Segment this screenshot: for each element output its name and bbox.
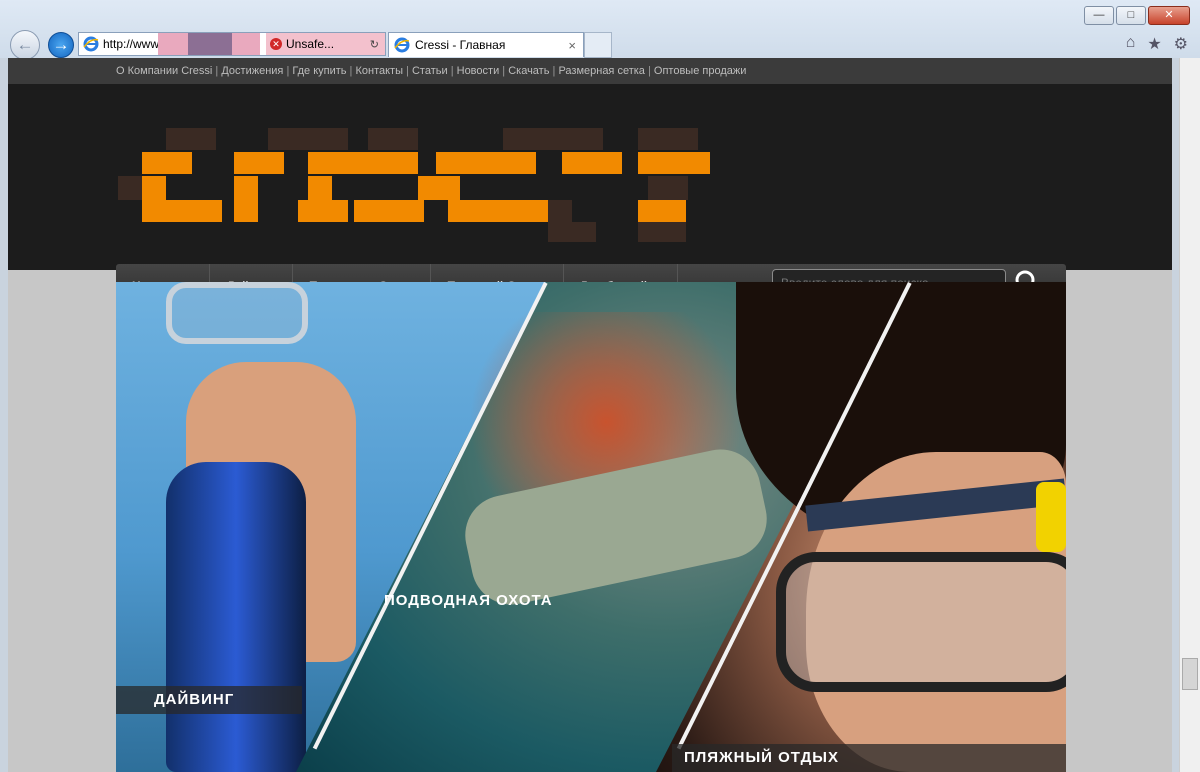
logo-block [142,176,166,200]
logo-block [234,152,284,174]
scroll-thumb[interactable] [1182,658,1198,690]
logo-block [503,128,603,150]
browser-chrome: — □ ✕ ← → http://www. ✕ Unsafe... ↻ Cres… [0,0,1200,60]
logo-block [648,176,688,200]
tab-cressi[interactable]: Cressi - Главная × [388,32,584,57]
warning-icon: ✕ [270,38,282,50]
home-icon[interactable]: ⌂ [1126,34,1136,54]
new-tab-button[interactable] [584,32,612,58]
top-links-bar: О Компании Cressi | Достижения | Где куп… [8,58,1172,84]
mask-image [776,552,1066,692]
refresh-icon[interactable]: ↻ [370,38,381,51]
logo-block [548,222,596,242]
logo-block [234,200,258,222]
window-controls: — □ ✕ [1084,6,1190,25]
top-link-achievements[interactable]: Достижения [221,65,283,77]
redacted-block [232,33,260,55]
logo-block [436,176,460,200]
top-link-size-chart[interactable]: Размерная сетка [558,65,644,77]
top-link-wholesale[interactable]: Оптовые продажи [654,65,746,77]
top-link-about[interactable]: О Компании Cressi [116,65,212,77]
logo-block [268,128,348,150]
browser-toolbar: ⌂ ★ ⚙ [1126,34,1188,54]
arrow-right-icon: → [52,35,70,54]
page-scrollbar[interactable] [1179,58,1200,772]
minimize-button[interactable]: — [1084,6,1114,25]
site-logo[interactable] [118,128,710,242]
forward-button[interactable]: → [48,32,74,58]
arrow-left-icon: ← [16,35,34,54]
logo-block [308,152,418,174]
logo-block [638,200,686,222]
logo-block [142,152,192,174]
logo-block [562,152,622,174]
fins-image [166,462,306,772]
unsafe-label: Unsafe... [286,37,335,51]
logo-block [368,128,418,150]
ie-icon [83,36,99,52]
logo-block [166,128,216,150]
redacted-block [188,33,232,55]
logo-block [638,128,698,150]
logo-block [298,200,348,222]
site-header: Homepage Дайвинг Подводная Охота Пляжный… [8,84,1172,308]
top-link-download[interactable]: Скачать [508,65,549,77]
back-button[interactable]: ← [10,30,40,60]
caption-beach[interactable]: ПЛЯЖНЫЙ ОТДЫХ [672,744,1066,772]
logo-block [448,200,548,222]
logo-block [354,200,424,222]
caption-spearfishing[interactable]: ПОДВОДНАЯ ОХОТА [384,592,553,609]
maximize-button[interactable]: □ [1116,6,1146,25]
redacted-block [158,33,188,55]
logo-block [638,222,686,242]
security-warning[interactable]: ✕ Unsafe... ↻ [266,33,385,55]
close-window-button[interactable]: ✕ [1148,6,1190,25]
logo-block [234,176,258,200]
hero-banner: ДАЙВИНГ ПОДВОДНАЯ ОХОТА ПЛЯЖНЫЙ ОТДЫХ [116,282,1066,772]
address-url: http://www. [103,37,162,51]
top-link-contacts[interactable]: Контакты [355,65,403,77]
top-link-articles[interactable]: Статьи [412,65,448,77]
gear-icon[interactable]: ⚙ [1174,34,1188,54]
close-tab-icon[interactable]: × [568,38,576,53]
logo-block [142,200,222,222]
web-page: О Компании Cressi | Достижения | Где куп… [8,58,1172,772]
caption-diving[interactable]: ДАЙВИНГ [116,686,302,714]
top-link-news[interactable]: Новости [457,65,500,77]
ie-icon [394,37,410,53]
buckle-image [1036,482,1066,552]
star-icon[interactable]: ★ [1147,34,1161,54]
top-links: О Компании Cressi | Достижения | Где куп… [116,65,747,77]
logo-block [308,176,332,200]
mask-image [166,282,308,344]
logo-block [638,152,710,174]
tab-title: Cressi - Главная [415,38,506,52]
logo-block [118,176,142,200]
logo-block [436,152,536,174]
address-bar[interactable]: http://www. ✕ Unsafe... ↻ [78,32,386,56]
top-link-where-to-buy[interactable]: Где купить [292,65,346,77]
logo-block [548,200,572,222]
